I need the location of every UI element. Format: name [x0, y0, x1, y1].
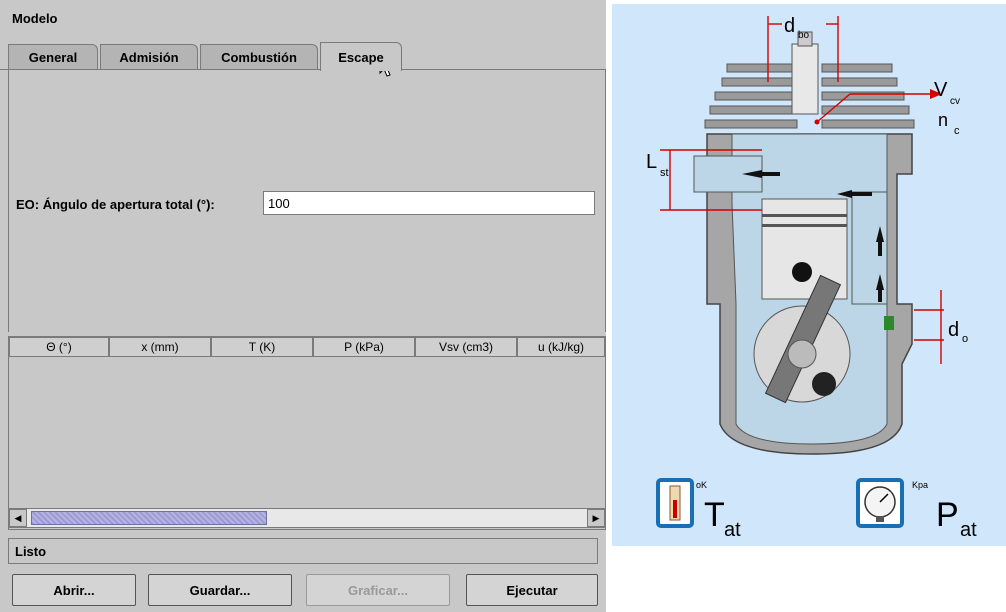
do-label: d	[948, 319, 959, 341]
pressure-unit-label: Kpa	[912, 480, 928, 490]
scroll-left-icon[interactable]: ◀	[9, 509, 27, 527]
tab-escape[interactable]: Escape	[320, 42, 402, 71]
panel-header: Modelo	[0, 0, 606, 38]
status-bar: Listo	[8, 538, 598, 564]
results-table: Θ (°) x (mm) T (K) P (kPa) Vsv (cm3) u (…	[8, 336, 606, 530]
reed-valve-icon	[884, 316, 894, 330]
scroll-right-icon[interactable]: ▶	[587, 509, 605, 527]
tat-label: T	[704, 496, 725, 534]
column-header-u[interactable]: u (kJ/kg)	[517, 337, 605, 357]
run-button[interactable]: Ejecutar	[466, 574, 598, 606]
vcv-label: V	[934, 79, 948, 101]
tab-general[interactable]: General	[8, 44, 98, 69]
pat-label: P	[936, 496, 959, 534]
tat-sub-label: at	[724, 519, 741, 541]
plot-button[interactable]: Graficar...	[306, 574, 450, 606]
spark-plug-icon	[791, 43, 819, 115]
eo-angle-label: EO: Ángulo de apertura total (°):	[16, 197, 215, 212]
pressure-gauge-icon	[856, 478, 904, 528]
panel-title: Modelo	[12, 11, 58, 26]
column-header-x[interactable]: x (mm)	[109, 337, 211, 357]
column-header-vsv[interactable]: Vsv (cm3)	[415, 337, 517, 357]
save-button[interactable]: Guardar...	[148, 574, 292, 606]
tab-bar: General Admisión Combustión Escape	[8, 42, 606, 71]
thermometer-icon	[656, 478, 694, 528]
dbo-label: d	[784, 15, 795, 37]
temperature-unit-label: oK	[696, 480, 707, 490]
vcv-sub-label: cv	[950, 96, 960, 107]
column-header-theta[interactable]: Θ (°)	[9, 337, 109, 357]
pat-sub-label: at	[960, 519, 977, 541]
table-header: Θ (°) x (mm) T (K) P (kPa) Vsv (cm3) u (…	[9, 337, 605, 357]
scrollbar-thumb[interactable]	[31, 511, 267, 525]
tab-admision[interactable]: Admisión	[100, 44, 198, 69]
dbo-sub-label: bo	[798, 30, 810, 41]
open-button[interactable]: Abrir...	[12, 574, 136, 606]
lst-sub-label: st	[660, 167, 669, 179]
engine-diagram: d bo V cv n c L st d o oK T at Kpa P at	[612, 4, 1006, 546]
column-header-p[interactable]: P (kPa)	[313, 337, 415, 357]
horizontal-scrollbar[interactable]: ◀ ▶	[8, 508, 606, 528]
do-sub-label: o	[962, 333, 968, 345]
eo-angle-input[interactable]	[263, 191, 595, 215]
nc-label: n	[938, 110, 948, 130]
model-panel: Modelo General Admisión Combustión Escap…	[0, 0, 606, 612]
lst-label: L	[646, 151, 657, 173]
tab-combustion[interactable]: Combustión	[200, 44, 318, 69]
cv-point-icon	[814, 119, 820, 125]
nc-sub-label: c	[954, 125, 960, 137]
column-header-t[interactable]: T (K)	[211, 337, 313, 357]
